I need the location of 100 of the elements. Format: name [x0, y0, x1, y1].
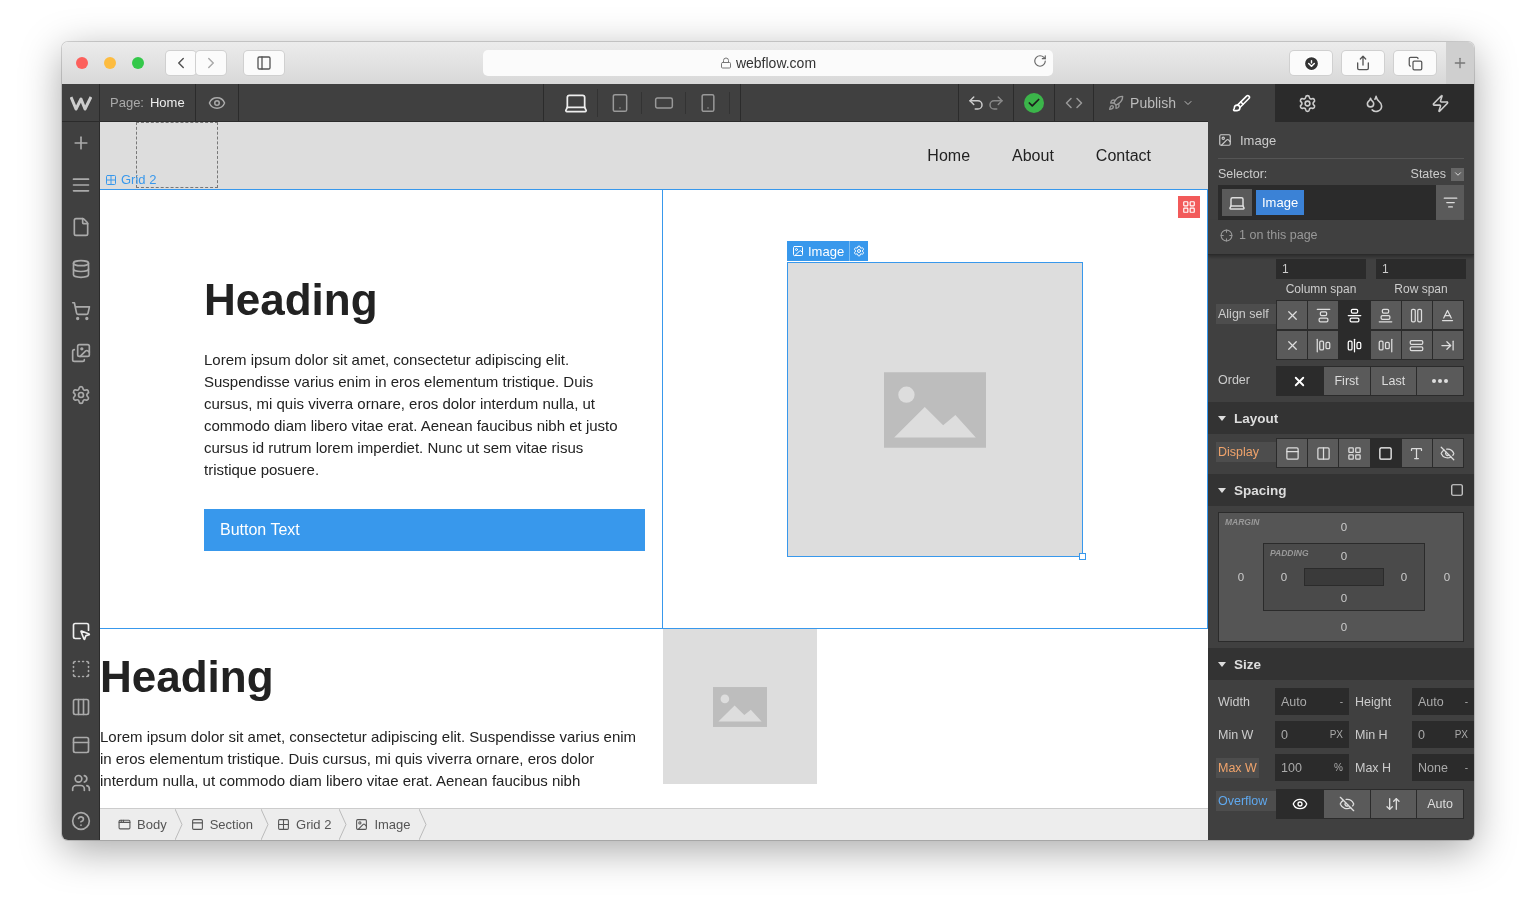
align-button[interactable] — [1401, 331, 1432, 359]
breadcrumb-item[interactable]: Grid 2 — [269, 817, 340, 832]
align-button[interactable] — [1401, 301, 1432, 329]
publish-button[interactable]: Publish — [1094, 84, 1208, 121]
heading: Heading — [204, 274, 379, 326]
columns-icon — [1315, 445, 1331, 461]
padding-value[interactable]: 0 — [1400, 571, 1408, 583]
logo-icon[interactable] — [69, 94, 92, 111]
redo-icon — [987, 93, 1006, 112]
square-icon — [1378, 445, 1394, 461]
padding-value[interactable]: 0 — [1340, 550, 1348, 562]
align-button[interactable] — [1370, 331, 1401, 359]
resize-handle[interactable] — [1079, 553, 1086, 560]
reload-icon — [1033, 54, 1047, 68]
page-name[interactable]: Home — [150, 95, 185, 110]
size-field[interactable]: Auto - — [1275, 688, 1349, 715]
image-icon — [355, 818, 369, 831]
align-button[interactable] — [1277, 301, 1308, 329]
nav-link[interactable]: Home — [927, 146, 971, 165]
section-header[interactable]: Spacing — [1208, 474, 1474, 506]
padding-value[interactable]: 0 — [1280, 571, 1288, 583]
nav-link[interactable]: Contact — [1095, 146, 1151, 165]
margin-value[interactable]: 0 — [1237, 571, 1245, 583]
panel-tab[interactable] — [1274, 84, 1341, 122]
arrows-icon — [1385, 796, 1402, 812]
display-button[interactable] — [1401, 439, 1432, 467]
selector-field[interactable]: Image — [1218, 185, 1464, 220]
chevron-separator-icon — [418, 809, 427, 840]
eye-off-icon — [1440, 445, 1456, 461]
margin-value[interactable]: 0 — [1443, 571, 1451, 583]
states-dropdown[interactable]: States — [1410, 167, 1464, 181]
align-button[interactable] — [1308, 331, 1339, 359]
collaborators-icon — [70, 773, 91, 793]
tabs-button[interactable] — [1394, 51, 1436, 75]
size-field[interactable]: Auto - — [1412, 688, 1474, 715]
heading: Heading — [100, 651, 275, 703]
back-button[interactable] — [166, 51, 196, 75]
overflow-button[interactable] — [1323, 790, 1370, 818]
span-field[interactable]: 1 — [1276, 259, 1366, 279]
size-field[interactable]: None - — [1412, 754, 1474, 781]
downloads-button[interactable] — [1290, 51, 1332, 75]
size-label: Max W — [1216, 757, 1259, 778]
align-button[interactable] — [1432, 301, 1464, 329]
margin-value[interactable]: 0 — [1340, 621, 1348, 633]
align-button[interactable] — [1277, 331, 1308, 359]
preview-outline-icon — [70, 659, 91, 679]
section-icon — [190, 818, 204, 831]
align-self-label: Align self — [1216, 304, 1276, 324]
overflow-button[interactable] — [1370, 790, 1417, 818]
order-button[interactable]: First — [1323, 367, 1370, 395]
grid-edit-button[interactable] — [1176, 194, 1202, 220]
size-label: Min W — [1217, 726, 1255, 744]
margin-value[interactable]: 0 — [1340, 521, 1348, 533]
align-icon — [1378, 337, 1394, 353]
panel-tab[interactable] — [1407, 84, 1474, 122]
align-icon — [1409, 307, 1425, 323]
overflow-button[interactable]: Auto — [1417, 790, 1463, 818]
size-field[interactable]: 0 PX — [1412, 721, 1474, 748]
ellipsis-icon — [1432, 379, 1449, 383]
padding-value[interactable]: 0 — [1340, 592, 1348, 604]
text-icon — [1409, 445, 1425, 461]
padding-label: PADDING — [1270, 548, 1309, 558]
selector-menu-button[interactable] — [1436, 185, 1464, 220]
align-button[interactable] — [1432, 331, 1464, 359]
section-header[interactable]: Size — [1208, 648, 1474, 680]
breadcrumb-item[interactable]: Section — [182, 817, 261, 832]
nav-link[interactable]: About — [1012, 146, 1054, 165]
eye-icon — [1291, 796, 1308, 812]
class-chip[interactable]: Image — [1256, 190, 1305, 215]
list-icon — [1442, 195, 1458, 210]
image-icon — [792, 245, 804, 257]
size-field[interactable]: 100 % — [1275, 754, 1349, 781]
chevron-down-icon — [1452, 169, 1463, 179]
display-button[interactable] — [1308, 439, 1339, 467]
order-button[interactable]: Last — [1370, 367, 1417, 395]
span-label: Column span — [1284, 282, 1358, 296]
image-placeholder-icon — [713, 686, 767, 727]
undo-icon — [967, 93, 986, 112]
address-bar[interactable]: webflow.com — [483, 50, 1053, 76]
display-button[interactable] — [1277, 439, 1308, 467]
database-icon — [70, 259, 91, 279]
display-button[interactable] — [1432, 439, 1464, 467]
chevron-separator-icon — [174, 809, 183, 840]
size-field[interactable]: 0 PX — [1275, 721, 1349, 748]
align-icon — [1346, 307, 1362, 323]
align-button[interactable] — [1370, 301, 1401, 329]
section-header[interactable]: Layout — [1208, 402, 1474, 434]
share-button[interactable] — [1342, 51, 1384, 75]
breadcrumb-item[interactable]: Body — [110, 817, 175, 832]
image-icon — [1218, 133, 1232, 147]
grid-icon — [277, 818, 290, 831]
gear-icon — [853, 245, 866, 257]
eye-off-icon — [1338, 796, 1355, 812]
align-icon — [1346, 337, 1362, 353]
breadcrumb-item[interactable]: Image — [347, 817, 419, 832]
grid-icon — [1182, 200, 1196, 214]
align-button[interactable] — [1308, 301, 1339, 329]
span-field[interactable]: 1 — [1376, 259, 1466, 279]
sidebar-toggle-button[interactable] — [244, 51, 284, 75]
columns-preview-icon — [70, 697, 91, 717]
